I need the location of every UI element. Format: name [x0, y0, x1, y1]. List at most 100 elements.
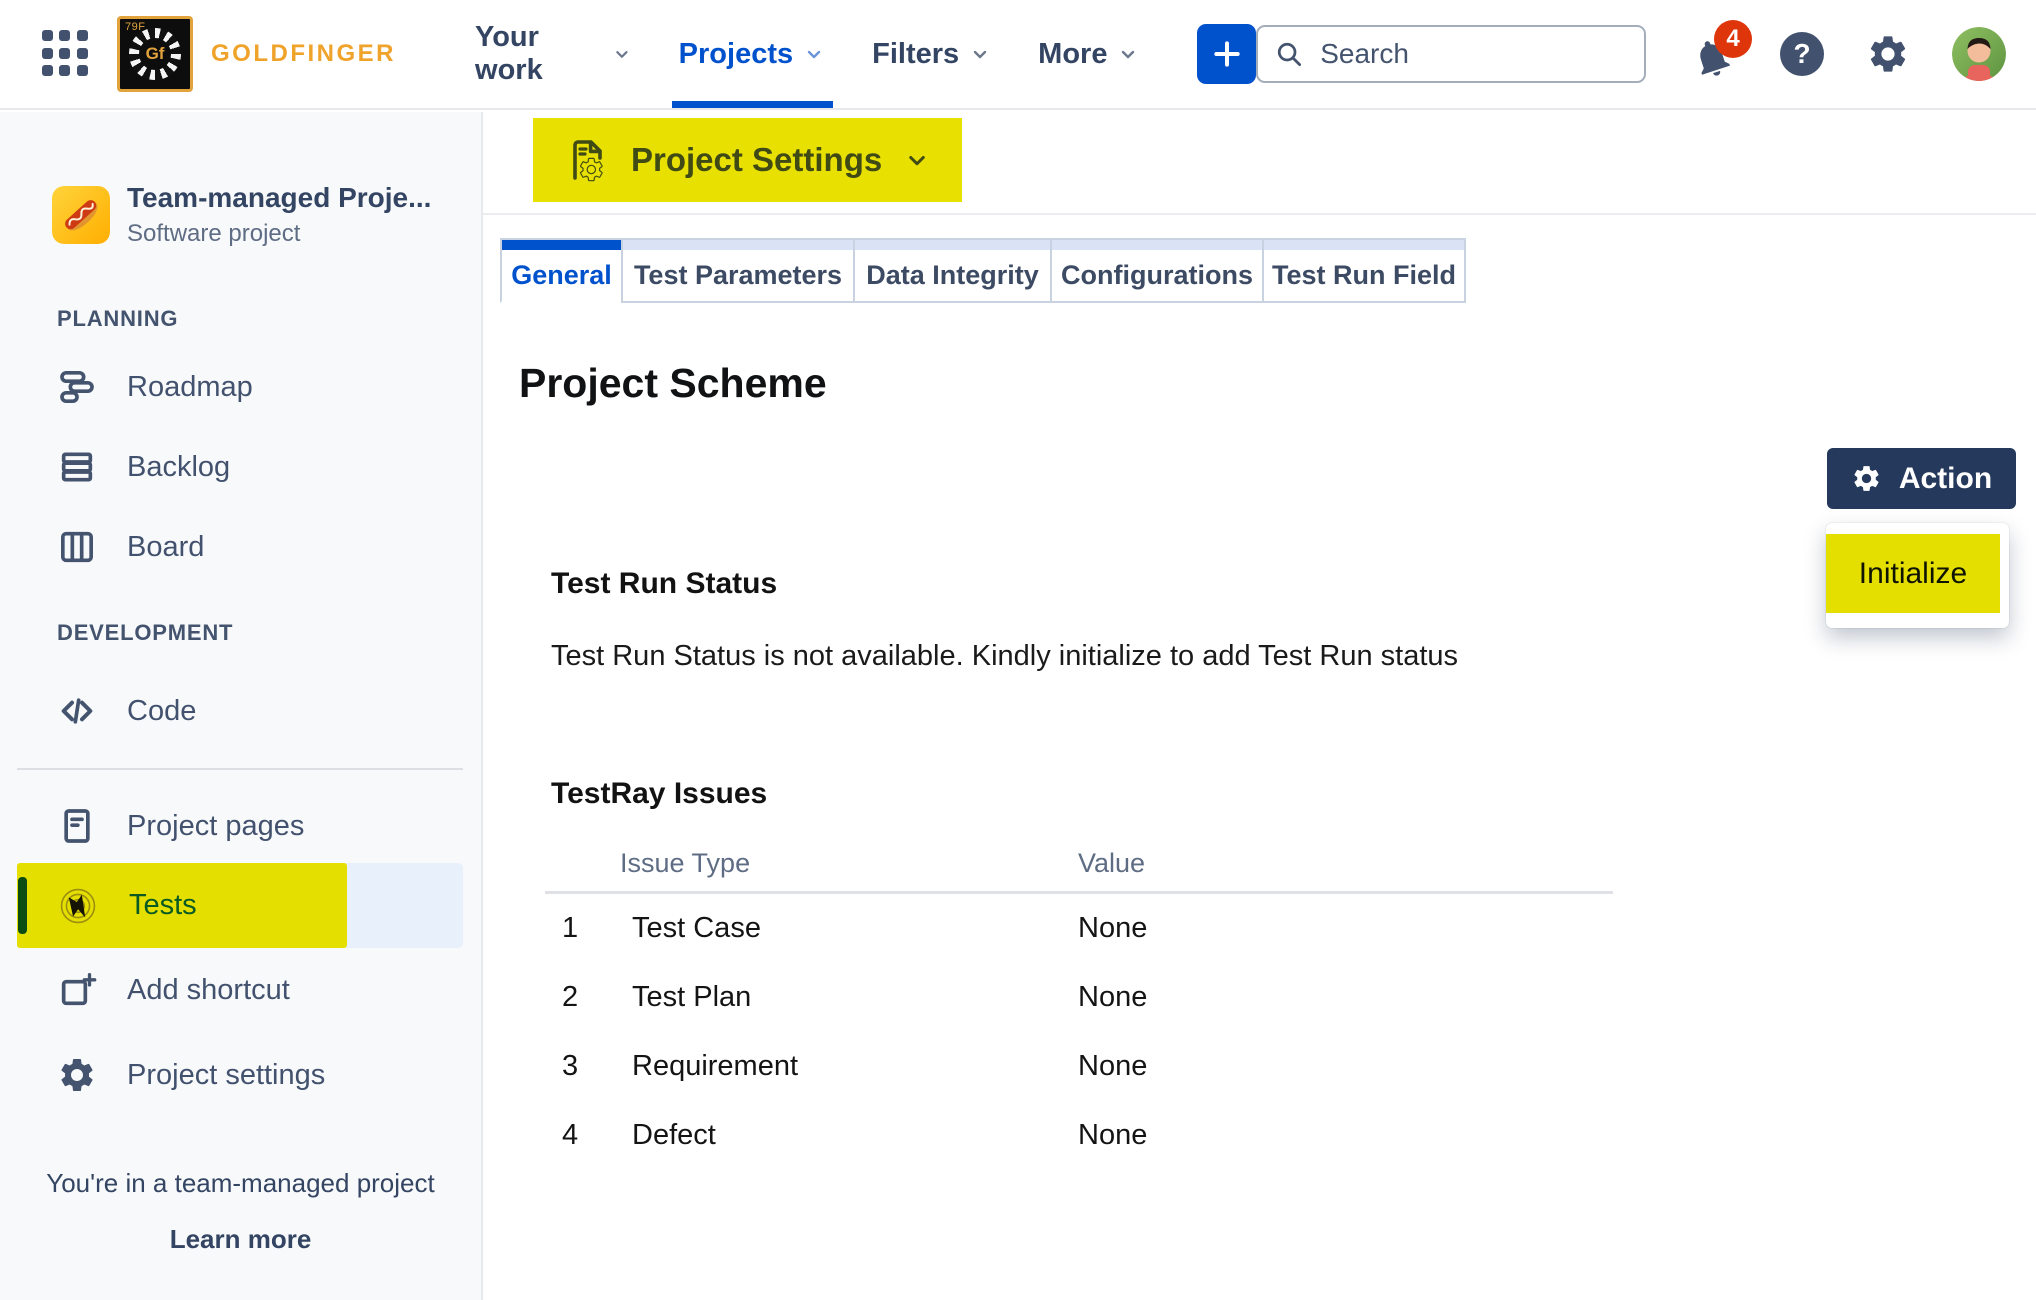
main-content: Project Settings General Test Parameters… [483, 112, 2036, 1300]
gear-icon [57, 1055, 97, 1095]
document-gear-icon [563, 136, 611, 184]
sidebar-item-board[interactable]: Board [0, 507, 483, 587]
sidebar-item-label: Backlog [127, 451, 230, 484]
search-input[interactable] [1256, 25, 1646, 83]
user-avatar[interactable] [1952, 27, 2006, 81]
chevron-down-icon [902, 145, 932, 175]
table-header-divider [545, 891, 1613, 894]
gear-icon [1851, 463, 1882, 494]
nav-your-work[interactable]: Your work [452, 0, 656, 108]
sidebar-item-code[interactable]: Code [0, 671, 483, 751]
project-settings-label: Project Settings [631, 141, 882, 179]
add-shortcut-icon [57, 970, 97, 1010]
row-index: 4 [562, 1119, 578, 1152]
table-row: 3 Requirement None [483, 1050, 1683, 1090]
project-name: Team-managed Proje... [127, 182, 431, 214]
learn-more-link[interactable]: Learn more [0, 1224, 481, 1255]
table-row: 2 Test Plan None [483, 981, 1683, 1021]
sidebar-item-add-shortcut[interactable]: Add shortcut [0, 950, 483, 1030]
help-button[interactable]: ? [1780, 32, 1824, 76]
notification-badge: 4 [1714, 20, 1752, 58]
tab-accent-strip [1264, 240, 1464, 250]
tab-label: Test Parameters [623, 250, 853, 301]
board-icon [57, 527, 97, 567]
code-icon [57, 691, 97, 731]
chevron-down-icon [968, 42, 992, 66]
project-header[interactable]: Team-managed Proje... Software project [52, 182, 431, 248]
notifications-button[interactable]: 4 [1690, 26, 1738, 82]
tab-test-parameters[interactable]: Test Parameters [621, 238, 855, 303]
tests-item-content: Tests [17, 863, 463, 948]
row-value: None [1078, 912, 1147, 945]
project-sidebar: Team-managed Proje... Software project P… [0, 112, 483, 1300]
row-issue-type: Requirement [632, 1050, 798, 1083]
row-value: None [1078, 1050, 1147, 1083]
row-issue-type: Defect [632, 1119, 716, 1152]
nav-projects[interactable]: Projects [656, 0, 849, 108]
row-index: 2 [562, 981, 578, 1014]
row-value: None [1078, 1119, 1147, 1152]
sidebar-item-label: Add shortcut [127, 974, 290, 1007]
sidebar-item-label: Roadmap [127, 371, 253, 404]
sidebar-divider [17, 768, 463, 770]
test-run-status-heading: Test Run Status [551, 567, 777, 601]
nav-filters-label: Filters [872, 38, 959, 71]
app-switcher-icon[interactable] [42, 30, 89, 78]
table-row: 1 Test Case None [483, 912, 1683, 952]
tab-test-run-field[interactable]: Test Run Field [1262, 238, 1466, 303]
chevron-down-icon [611, 42, 633, 66]
tab-general[interactable]: General [500, 238, 623, 303]
nav-projects-label: Projects [679, 38, 793, 71]
nav-more[interactable]: More [1015, 0, 1163, 108]
tab-label: Configurations [1052, 250, 1262, 301]
section-development: DEVELOPMENT [57, 620, 233, 646]
global-search [1256, 25, 1646, 83]
project-type: Software project [127, 220, 431, 248]
brand-logo[interactable]: 79F Gf GOLDFINGER [117, 16, 396, 92]
backlog-icon [57, 447, 97, 487]
testray-bolt-icon [57, 885, 99, 927]
sidebar-item-label: Project settings [127, 1059, 325, 1092]
action-button[interactable]: Action [1827, 448, 2016, 509]
nav-right-cluster: 4 ? [1690, 26, 2006, 82]
brand-name: GOLDFINGER [211, 40, 396, 68]
chevron-down-icon [802, 42, 826, 66]
nav-more-label: More [1038, 38, 1107, 71]
plus-icon [1211, 38, 1243, 70]
header-divider [483, 213, 2036, 215]
project-avatar [52, 186, 110, 244]
app-window: 79F Gf GOLDFINGER Your work Projects Fil… [0, 0, 2036, 1300]
primary-nav: Your work Projects Filters More [452, 0, 1163, 108]
sidebar-item-label: Board [127, 531, 204, 564]
gear-icon [1866, 32, 1910, 76]
logo-monogram: Gf [139, 38, 171, 70]
tab-label: General [502, 250, 621, 301]
tab-configurations[interactable]: Configurations [1050, 238, 1264, 303]
test-run-status-message: Test Run Status is not available. Kindly… [551, 640, 1458, 673]
sidebar-item-label: Tests [129, 889, 197, 922]
row-issue-type: Test Case [632, 912, 761, 945]
menu-item-initialize[interactable]: Initialize [1826, 534, 2000, 613]
project-settings-dropdown-button[interactable]: Project Settings [533, 118, 962, 202]
table-row: 4 Defect None [483, 1119, 1683, 1159]
create-button[interactable] [1197, 24, 1256, 84]
sidebar-item-tests[interactable]: Tests [17, 863, 463, 948]
chevron-down-icon [1116, 42, 1140, 66]
tab-label: Data Integrity [855, 250, 1050, 301]
logo-badge: 79F [125, 21, 145, 33]
nav-filters[interactable]: Filters [849, 0, 1015, 108]
sidebar-item-project-pages[interactable]: Project pages [0, 786, 483, 866]
sidebar-item-backlog[interactable]: Backlog [0, 427, 483, 507]
logo-shutter-icon: Gf [129, 28, 181, 80]
settings-tabs: General Test Parameters Data Integrity C… [500, 238, 1466, 303]
tab-accent-strip [1052, 240, 1262, 250]
section-planning: PLANNING [57, 306, 178, 332]
tab-accent-strip [502, 240, 621, 250]
tab-data-integrity[interactable]: Data Integrity [853, 238, 1052, 303]
column-issue-type: Issue Type [620, 848, 750, 879]
row-issue-type: Test Plan [632, 981, 751, 1014]
sidebar-item-roadmap[interactable]: Roadmap [0, 347, 483, 427]
sidebar-item-project-settings[interactable]: Project settings [0, 1035, 483, 1115]
row-value: None [1078, 981, 1147, 1014]
settings-button[interactable] [1866, 32, 1910, 76]
